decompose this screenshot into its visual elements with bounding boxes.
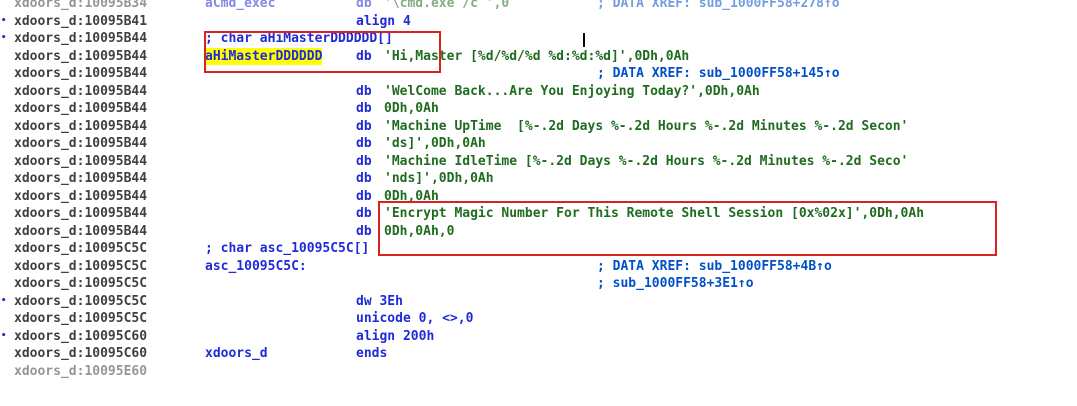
operands: 'WelCome Back...Are You Enjoying Today?'… [384, 83, 760, 99]
xref-comment: ; DATA XREF: sub_1000FF58+145↑o [597, 66, 840, 81]
mnemonic: db [356, 48, 372, 64]
listing-line[interactable]: xdoors_d:10095C5C ; sub_1000FF58+3E1↑o [0, 275, 1077, 293]
address: xdoors_d:10095B44 [14, 83, 148, 99]
listing-line[interactable]: xdoors_d:10095C5C asc_10095C5C: ; DATA XRE… [0, 258, 1077, 276]
address: xdoors_d:10095B44 [14, 206, 148, 221]
address: xdoors_d:10095E60 [14, 363, 148, 379]
text-cursor [583, 33, 585, 47]
address: xdoors_d:10095B41 [14, 13, 148, 29]
mnemonic: db [356, 0, 372, 11]
address: xdoors_d:10095C5C [14, 276, 148, 291]
listing-line[interactable]: xdoors_d:10095B44 ; DATA XREF: sub_1000FF… [0, 65, 1077, 83]
listing-line[interactable]: • xdoors_d:10095C60 align 200h [0, 328, 1077, 346]
mnemonic: db [356, 206, 372, 221]
listing-line[interactable]: • xdoors_d:10095B41 align 4 [0, 13, 1077, 31]
mnemonic: db [356, 118, 372, 134]
mnemonic: align 200h [356, 328, 435, 344]
address: xdoors_d:10095C5C [14, 241, 148, 256]
address: xdoors_d:10095B44 [14, 101, 148, 116]
address: xdoors_d:10095B44 [14, 153, 148, 169]
listing-line[interactable]: xdoors_d:10095B44 db 'WelCome Back...Are Y… [0, 83, 1077, 101]
listing-line[interactable]: xdoors_d:10095B44 db 'Machine IdleTime [%-… [0, 153, 1077, 171]
mnemonic: dw 3Eh [356, 293, 403, 309]
address: xdoors_d:10095B44 [14, 136, 148, 151]
listing-line[interactable]: xdoors_d:10095E60 [0, 363, 1077, 381]
listing-line[interactable]: xdoors_d:10095C5C ; char asc_10095C5C[] [0, 240, 1077, 258]
mnemonic: unicode 0, <>,0 [356, 311, 474, 326]
address: xdoors_d:10095B44 [14, 223, 148, 239]
operands: 0Dh,0Ah [384, 101, 439, 116]
mnemonic: db [356, 136, 372, 151]
listing-line[interactable]: xdoors_d:10095B44 db 0Dh,0Ah,0 [0, 223, 1077, 241]
mnemonic: db [356, 171, 372, 186]
operands: 'Encrypt Magic Number For This Remote Sh… [384, 206, 925, 221]
mnemonic: db [356, 223, 372, 239]
label: aCmd_exec [205, 0, 276, 11]
operands: 0Dh,0Ah,0 [384, 223, 455, 239]
operands: 'Machine IdleTime [%-.2d Days %-.2d Hour… [384, 153, 909, 169]
operands: 0Dh,0Ah [384, 188, 439, 204]
address: xdoors_d:10095B44 [14, 31, 148, 46]
mnemonic: db [356, 101, 372, 116]
listing-line[interactable]: xdoors_d:10095C5C unicode 0, <>,0 [0, 310, 1077, 328]
address: xdoors_d:10095B44 [14, 66, 148, 81]
mnemonic: db [356, 188, 372, 204]
line-marker: • [1, 295, 7, 306]
listing-line[interactable]: xdoors_d:10095B44 db 0Dh,0Ah [0, 100, 1077, 118]
line-marker: • [1, 15, 7, 26]
listing-line[interactable]: • xdoors_d:10095B44 ; char aHiMasterDDDDDD… [0, 30, 1077, 48]
address: xdoors_d:10095C60 [14, 328, 148, 344]
mnemonic: ends [356, 346, 388, 361]
address: xdoors_d:10095B44 [14, 48, 148, 64]
operands: '\cmd.exe /c ',0 [384, 0, 510, 11]
disassembly-listing[interactable]: xdoors_d:10095B34 aCmd_exec db '\cmd.exe /c… [0, 0, 1077, 380]
listing-line[interactable]: xdoors_d:10095B34 aCmd_exec db '\cmd.exe /c… [0, 0, 1077, 13]
mnemonic: db [356, 83, 372, 99]
address: xdoors_d:10095C5C [14, 258, 148, 274]
listing-line[interactable]: xdoors_d:10095B44 db 0Dh,0Ah [0, 188, 1077, 206]
operands: 'Machine UpTime [%-.2d Days %-.2d Hours … [384, 118, 909, 134]
operands: 'ds]',0Dh,0Ah [384, 136, 486, 151]
address: xdoors_d:10095C5C [14, 293, 148, 309]
xref-comment: ; DATA XREF: sub_1000FF58+4B↑o [597, 258, 832, 274]
xref-comment: ; DATA XREF: sub_1000FF58+278↑o [597, 0, 840, 11]
address: xdoors_d:10095C60 [14, 346, 148, 361]
listing-line[interactable]: xdoors_d:10095B44 db 'Encrypt Magic Number… [0, 205, 1077, 223]
mnemonic: align 4 [356, 13, 411, 29]
listing-line[interactable]: xdoors_d:10095B44 db 'nds]',0Dh,0Ah [0, 170, 1077, 188]
address: xdoors_d:10095B44 [14, 171, 148, 186]
label: xdoors_d [205, 346, 268, 361]
operands: 'nds]',0Dh,0Ah [384, 171, 494, 186]
address: xdoors_d:10095B44 [14, 188, 148, 204]
label: ; char asc_10095C5C[] [205, 241, 370, 256]
listing-line[interactable]: xdoors_d:10095B44 db 'Machine UpTime [%-.2… [0, 118, 1077, 136]
mnemonic: db [356, 153, 372, 169]
address: xdoors_d:10095B34 [14, 0, 148, 11]
address: xdoors_d:10095B44 [14, 118, 148, 134]
listing-line[interactable]: xdoors_d:10095B44 aHiMasterDDDDDD db 'Hi,Ma… [0, 47, 1077, 65]
listing-line[interactable]: • xdoors_d:10095C5C dw 3Eh [0, 293, 1077, 311]
label: asc_10095C5C: [205, 258, 307, 274]
operands: 'Hi,Master [%d/%d/%d %d:%d:%d]',0Dh,0Ah [384, 48, 690, 64]
xref-comment: ; sub_1000FF58+3E1↑o [597, 276, 754, 291]
label: aHiMasterDDDDDD [205, 47, 323, 65]
line-marker: • [1, 33, 7, 43]
line-marker: • [1, 330, 7, 341]
listing-line[interactable]: xdoors_d:10095B44 db 'ds]',0Dh,0Ah [0, 135, 1077, 153]
listing-line[interactable]: xdoors_d:10095C60 xdoors_d ends [0, 345, 1077, 363]
label: ; char aHiMasterDDDDDD[] [205, 31, 393, 46]
address: xdoors_d:10095C5C [14, 311, 148, 326]
